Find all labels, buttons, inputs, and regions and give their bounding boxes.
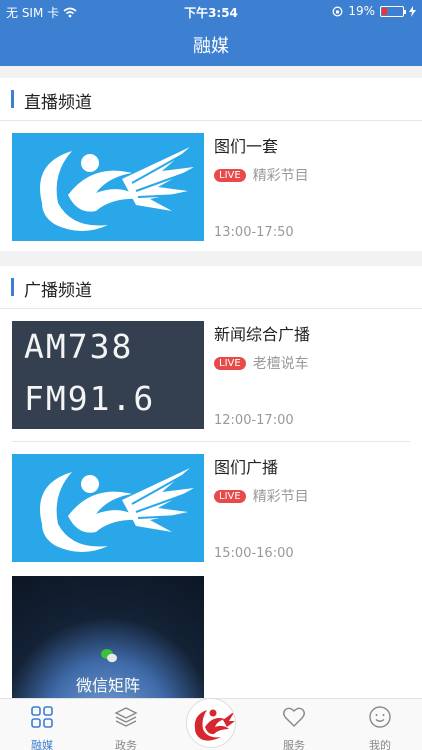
charging-icon [409, 5, 416, 17]
section-header: 直播频道 [0, 78, 422, 121]
live-badge: LIVE [214, 489, 246, 503]
channel-thumbnail[interactable] [12, 454, 204, 562]
wechat-icon [101, 649, 117, 663]
status-right: 19% [332, 4, 416, 18]
tab-label: 融媒 [31, 739, 53, 750]
channel-name[interactable]: 图们一套 [214, 133, 278, 157]
tab-wode[interactable]: 我的 [338, 699, 422, 750]
logo-icon [194, 709, 235, 741]
page-title: 融媒 [193, 36, 229, 57]
tab-zhengwu[interactable]: 政务 [84, 699, 168, 750]
grid-icon [31, 706, 53, 728]
wechat-matrix-caption: 微信矩阵 [75, 676, 140, 695]
tumen-logo-icon [40, 147, 194, 231]
divider [12, 441, 410, 442]
smiley-icon [369, 706, 391, 728]
section-accent-bar [11, 90, 14, 108]
tab-rongmei[interactable]: 融媒 [0, 699, 84, 750]
live-row: LIVE 老檀说车 [214, 353, 309, 373]
program-name: 精彩节目 [252, 489, 309, 505]
thumb-text-am: AM738 [24, 327, 134, 366]
channel-thumbnail[interactable]: AM738 FM91.6 [12, 321, 204, 429]
channel-item-news-radio[interactable]: AM738 FM91.6 新闻综合广播 LIVE 老檀说车 12:00-17:0… [12, 321, 410, 431]
orientation-lock-icon [332, 6, 343, 16]
live-channels-section: 直播频道 图们一套 LIVE 精彩节目 13:00-17:50 [0, 78, 422, 251]
program-name: 精彩节目 [252, 168, 309, 184]
battery-percent: 19% [348, 4, 375, 18]
live-row: LIVE 精彩节目 [214, 486, 309, 506]
channel-item-tumen-1[interactable]: 图们一套 LIVE 精彩节目 13:00-17:50 [12, 133, 410, 243]
program-name: 老檀说车 [252, 356, 309, 372]
time-range: 13:00-17:50 [214, 225, 294, 240]
time-range: 15:00-16:00 [214, 546, 294, 561]
section-accent-bar [11, 278, 14, 296]
tumen-logo-icon [40, 468, 194, 552]
wechat-matrix-item[interactable]: 微信矩阵 [12, 576, 410, 698]
channel-name[interactable]: 图们广播 [214, 454, 278, 478]
live-row: LIVE 精彩节目 [214, 165, 309, 185]
center-logo-button[interactable] [186, 698, 236, 748]
battery-icon [380, 5, 406, 17]
channel-item-tumen-radio[interactable]: 图们广播 LIVE 精彩节目 15:00-16:00 [12, 454, 410, 564]
section-title: 广播频道 [24, 281, 92, 301]
heart-icon [283, 707, 305, 727]
section-title: 直播频道 [24, 93, 92, 113]
status-bar: 无 SIM 卡 下午3:54 19% [0, 0, 422, 22]
tab-label: 我的 [369, 739, 391, 750]
tab-label: 服务 [283, 739, 305, 750]
wechat-matrix-thumbnail[interactable]: 微信矩阵 [12, 576, 204, 698]
tab-fuwu[interactable]: 服务 [252, 699, 336, 750]
time-range: 12:00-17:00 [214, 413, 294, 428]
nav-bar: 融媒 [0, 22, 422, 66]
channel-name[interactable]: 新闻综合广播 [214, 321, 310, 345]
radio-channels-section: 广播频道 AM738 FM91.6 新闻综合广播 LIVE 老檀说车 12:00… [0, 266, 422, 698]
live-badge: LIVE [214, 168, 246, 182]
layers-icon [114, 707, 138, 727]
channel-thumbnail[interactable] [12, 133, 204, 241]
thumb-text-fm: FM91.6 [24, 379, 156, 418]
section-header: 广播频道 [0, 266, 422, 309]
live-badge: LIVE [214, 356, 246, 370]
tab-label: 政务 [115, 739, 137, 750]
